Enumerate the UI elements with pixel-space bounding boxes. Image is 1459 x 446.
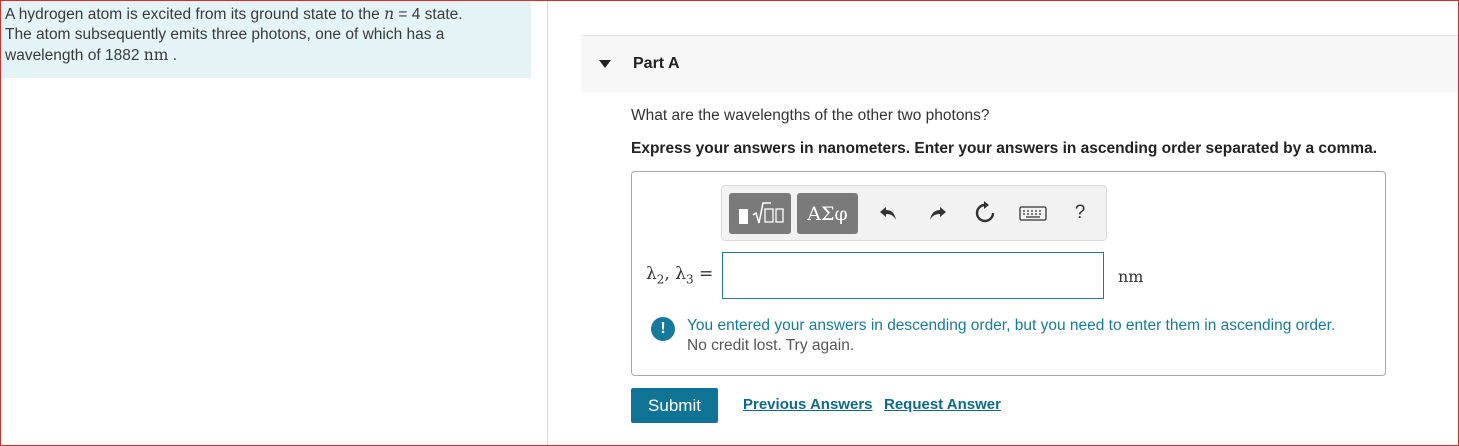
answer-input[interactable] [722, 252, 1104, 299]
submit-button[interactable]: Submit [631, 388, 718, 423]
undo-icon[interactable] [875, 200, 901, 226]
answer-box: ΑΣφ ? λ2, λ3 = nm ! You entered your ans… [631, 171, 1386, 376]
question-text: What are the wavelengths of the other tw… [631, 107, 990, 124]
reset-icon[interactable] [972, 200, 998, 226]
request-answer-link[interactable]: Request Answer [884, 396, 1001, 413]
answer-label: λ2, λ3 = [646, 264, 714, 287]
problem-line-3: wavelength of 1882 nm . [5, 46, 178, 64]
problem-line-2: The atom subsequently emits three photon… [5, 26, 445, 43]
panel-divider [547, 1, 548, 445]
unit-nm: nm [143, 46, 169, 64]
feedback-note: No credit lost. Try again. [687, 337, 855, 354]
previous-answers-link[interactable]: Previous Answers [743, 396, 873, 413]
greek-symbols-icon[interactable]: ΑΣφ [797, 193, 858, 234]
redo-icon[interactable] [925, 200, 951, 226]
instruction-text: Express your answers in nanometers. Ente… [631, 140, 1377, 157]
help-icon[interactable]: ? [1067, 200, 1093, 226]
problem-line-1: A hydrogen atom is excited from its grou… [5, 5, 463, 23]
collapse-caret-icon[interactable] [599, 60, 611, 68]
answer-unit: nm [1118, 267, 1144, 286]
n-symbol: n [384, 5, 395, 23]
problem-statement: A hydrogen atom is excited from its grou… [1, 1, 531, 78]
keyboard-icon[interactable] [1019, 200, 1047, 226]
part-title: Part A [633, 55, 680, 72]
part-a-header[interactable]: Part A [581, 35, 1458, 93]
templates-icon[interactable] [729, 193, 791, 234]
feedback-message: You entered your answers in descending o… [687, 317, 1336, 334]
math-toolbar: ΑΣφ ? [721, 185, 1107, 241]
alert-icon: ! [651, 317, 675, 341]
